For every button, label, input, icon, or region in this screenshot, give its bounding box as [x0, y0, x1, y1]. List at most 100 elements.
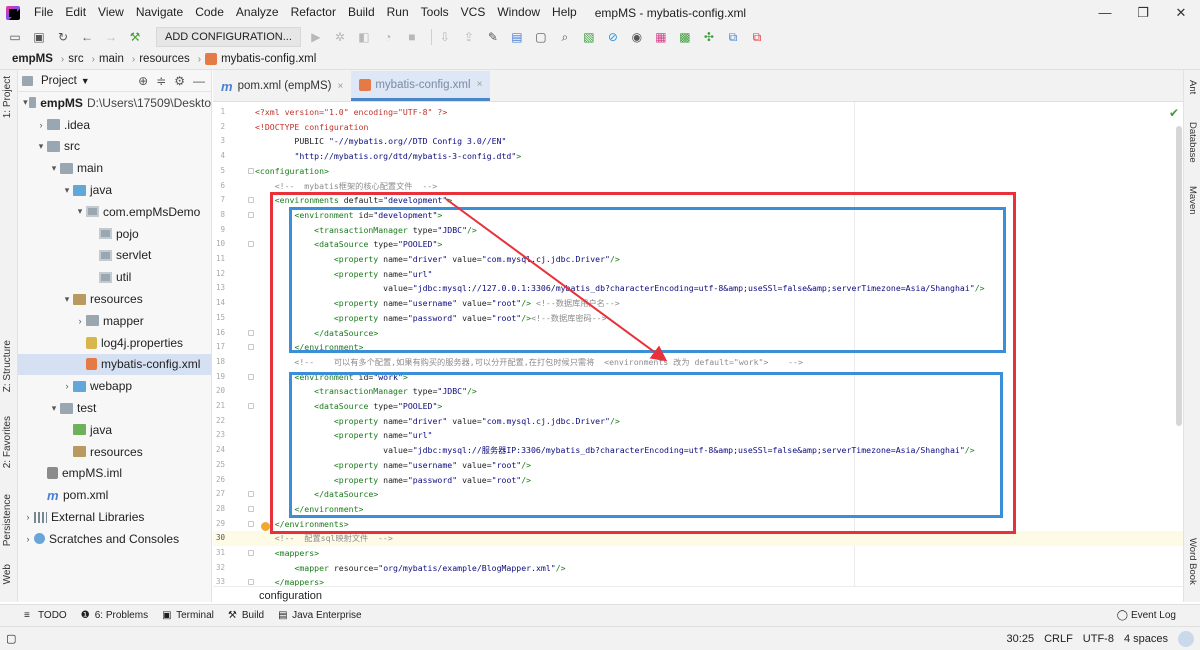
tree-item-mapper[interactable]: › mapper — [18, 310, 211, 332]
tree-item-log4j[interactable]: log4j.properties — [18, 332, 211, 354]
ant-tool-tab[interactable]: Ant — [1187, 80, 1198, 94]
terminal-tool-button[interactable]: ▣ Terminal — [162, 610, 214, 621]
menu-edit[interactable]: Edit — [59, 0, 92, 25]
caret-position[interactable]: 30:25 — [1007, 633, 1035, 645]
menu-tools[interactable]: Tools — [415, 0, 455, 25]
tree-item-resources[interactable]: ▾ resources — [18, 288, 211, 310]
chevron-down-icon[interactable]: ▾ — [35, 141, 47, 152]
maximize-button[interactable]: ❐ — [1124, 0, 1162, 25]
tree-item-idea[interactable]: › .idea — [18, 114, 211, 136]
profile-icon[interactable]: ◔ — [379, 28, 397, 46]
sync-icon[interactable]: ↻ — [54, 28, 72, 46]
coverage-icon[interactable]: ◧ — [355, 28, 373, 46]
fold-marker-icon[interactable] — [248, 329, 254, 336]
hide-panel-icon[interactable]: — — [193, 74, 205, 88]
menu-help[interactable]: Help — [546, 0, 583, 25]
fold-marker-icon[interactable] — [248, 197, 254, 204]
code-line[interactable]: 4 "http://mybatis.org/dtd/mybatis-3-conf… — [213, 149, 1183, 164]
tree-item-empms[interactable]: ▾ empMS D:\Users\17509\Deskto — [18, 92, 211, 114]
menu-code[interactable]: Code — [189, 0, 230, 25]
fold-marker-icon[interactable] — [248, 491, 254, 498]
chevron-down-icon[interactable]: ▾ — [22, 97, 29, 108]
code-line[interactable]: 2 <!DOCTYPE configuration — [213, 120, 1183, 135]
toggle-tool-windows-icon[interactable]: ▢ — [6, 632, 16, 645]
chevron-down-icon[interactable]: ▾ — [61, 185, 73, 196]
breadcrumb-file[interactable]: mybatis-config.xml — [221, 53, 316, 65]
gear-icon[interactable]: ⚙ — [174, 74, 185, 88]
breadcrumb-project[interactable]: empMS — [12, 53, 53, 65]
file-encoding[interactable]: UTF-8 — [1083, 633, 1114, 645]
debug-icon[interactable]: ✲ — [331, 28, 349, 46]
plugin-a-icon[interactable]: ▦ — [652, 28, 670, 46]
plugin-c-icon[interactable]: ✣ — [700, 28, 718, 46]
code-line[interactable]: 32 <mapper resource="org/mybatis/example… — [213, 561, 1183, 576]
fold-marker-icon[interactable] — [248, 520, 254, 527]
stop-icon[interactable]: ■ — [403, 28, 421, 46]
project-structure-icon[interactable]: ▤ — [508, 28, 526, 46]
word-book-tool-tab[interactable]: Word Book — [1187, 538, 1198, 585]
chevron-right-icon[interactable]: › — [22, 512, 34, 522]
favorites-tool-tab[interactable]: 2: Favorites — [2, 416, 13, 468]
tree-item-webapp[interactable]: › webapp — [18, 375, 211, 397]
editor-scrollbar[interactable] — [1176, 126, 1182, 426]
save-icon[interactable]: ▣ — [30, 28, 48, 46]
persistence-tool-tab[interactable]: Persistence — [2, 494, 13, 546]
menu-analyze[interactable]: Analyze — [230, 0, 285, 25]
build-hammer-icon[interactable]: ⚒ — [126, 28, 144, 46]
add-configuration-button[interactable]: ADD CONFIGURATION... — [156, 27, 301, 47]
web-tool-tab[interactable]: Web — [2, 564, 13, 584]
indent-setting[interactable]: 4 spaces — [1124, 633, 1168, 645]
line-separator[interactable]: CRLF — [1044, 633, 1073, 645]
code-line[interactable]: 5 <configuration> — [213, 164, 1183, 179]
tree-item-util[interactable]: util — [18, 266, 211, 288]
open-folder-icon[interactable]: ▭ — [6, 28, 24, 46]
todo-tool-button[interactable]: ≡ TODO — [24, 610, 67, 621]
fold-marker-icon[interactable] — [248, 211, 254, 218]
forward-icon[interactable]: → — [102, 28, 120, 46]
project-tool-tab[interactable]: 1: Project — [2, 76, 13, 118]
menu-build[interactable]: Build — [342, 0, 381, 25]
breadcrumb-main[interactable]: main — [99, 53, 124, 65]
maven-tool-tab[interactable]: Maven — [1187, 186, 1198, 215]
activity-icon[interactable]: ▧ — [580, 28, 598, 46]
tree-item-iml[interactable]: empMS.iml — [18, 463, 211, 485]
chevron-right-icon[interactable]: › — [35, 120, 47, 130]
sonar-icon[interactable]: ◉ — [628, 28, 646, 46]
breadcrumb-resources[interactable]: resources — [139, 53, 190, 65]
chevron-down-icon[interactable]: ▾ — [48, 163, 60, 174]
plugin-b-icon[interactable]: ▩ — [676, 28, 694, 46]
chevron-down-icon[interactable]: ▾ — [61, 294, 73, 305]
build-tool-button[interactable]: ⚒ Build — [228, 610, 264, 621]
tree-item-package[interactable]: ▾ com.empMsDemo — [18, 201, 211, 223]
close-button[interactable]: ✕ — [1162, 0, 1200, 25]
tree-item-test-resources[interactable]: resources — [18, 441, 211, 463]
chevron-down-icon[interactable]: ▼ — [81, 76, 90, 86]
fold-marker-icon[interactable] — [248, 550, 254, 556]
code-line[interactable]: 6 <!-- mybatis框架的核心配置文件 --> — [213, 179, 1183, 194]
chevron-right-icon[interactable]: › — [22, 534, 34, 544]
menu-window[interactable]: Window — [491, 0, 546, 25]
code-line[interactable]: 3 PUBLIC "-//mybatis.org//DTD Config 3.0… — [213, 134, 1183, 149]
code-line[interactable]: 1 <?xml version="1.0" encoding="UTF-8" ?> — [213, 105, 1183, 120]
settings-wrench-icon[interactable]: ✎ — [484, 28, 502, 46]
chevron-down-icon[interactable]: ▾ — [48, 403, 60, 414]
inspection-ok-icon[interactable]: ✔ — [1169, 106, 1179, 120]
database-tool-tab[interactable]: Database — [1187, 122, 1198, 163]
structure-tool-tab[interactable]: Z: Structure — [2, 340, 13, 392]
chevron-down-icon[interactable]: ▾ — [74, 206, 86, 217]
menu-navigate[interactable]: Navigate — [130, 0, 189, 25]
search-icon[interactable]: ⌕ — [556, 28, 574, 46]
translate-alt-icon[interactable]: ⧉ — [748, 28, 766, 46]
tab-mybatis-config[interactable]: mybatis-config.xml × — [351, 71, 491, 101]
menu-file[interactable]: File — [28, 0, 59, 25]
tree-item-src[interactable]: ▾ src — [18, 136, 211, 158]
fold-marker-icon[interactable] — [248, 373, 254, 380]
event-log-button[interactable]: ◯ Event Log — [1117, 610, 1176, 621]
vcs-commit-icon[interactable]: ⇪ — [460, 28, 478, 46]
menu-refactor[interactable]: Refactor — [285, 0, 342, 25]
tree-item-main[interactable]: ▾ main — [18, 157, 211, 179]
tree-item-scratches[interactable]: › Scratches and Consoles — [18, 528, 211, 550]
back-icon[interactable]: ← — [78, 28, 96, 46]
tree-item-servlet[interactable]: servlet — [18, 245, 211, 267]
tree-item-java[interactable]: ▾ java — [18, 179, 211, 201]
